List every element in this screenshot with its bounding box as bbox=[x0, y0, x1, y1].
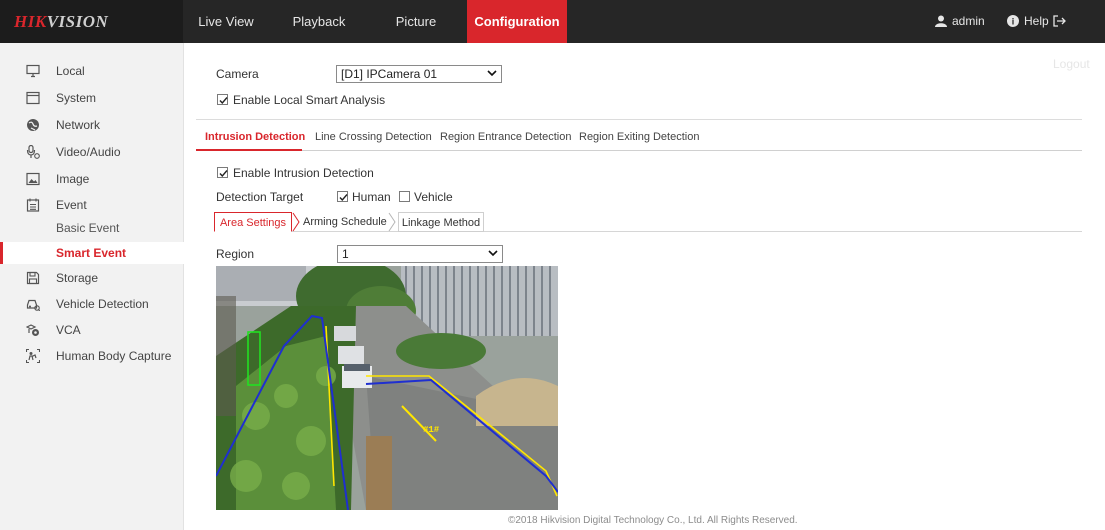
sidebar-label: Image bbox=[56, 172, 90, 186]
region-label: Region bbox=[216, 247, 255, 261]
sidebar-item-system[interactable]: System bbox=[0, 87, 183, 109]
sidebar-item-local[interactable]: Local bbox=[0, 60, 183, 82]
window-icon bbox=[26, 91, 40, 105]
image-icon bbox=[26, 172, 40, 186]
checkmark-icon bbox=[219, 170, 228, 178]
vca-icon bbox=[26, 324, 39, 336]
enable-local-smart-analysis-checkbox[interactable] bbox=[217, 94, 228, 105]
svg-text:i: i bbox=[1012, 17, 1015, 27]
sidebar-item-vehicle-detection[interactable]: Vehicle Detection bbox=[0, 293, 183, 315]
enable-intrusion-detection-checkbox[interactable] bbox=[217, 167, 228, 178]
region-select-value: 1 bbox=[342, 247, 349, 261]
help-label: Help bbox=[1024, 14, 1049, 28]
footer-copyright: ©2018 Hikvision Digital Technology Co., … bbox=[508, 515, 798, 526]
globe-icon bbox=[27, 119, 39, 131]
sidebar-item-human-body-capture[interactable]: Human Body Capture bbox=[0, 345, 183, 367]
sidebar-item-storage[interactable]: Storage bbox=[0, 267, 183, 289]
tab-region-exiting-detection[interactable]: Region Exiting Detection bbox=[579, 131, 699, 143]
sidebar: Local System Network Video/Audio Image E… bbox=[0, 43, 186, 530]
help-icon: i bbox=[1007, 15, 1019, 27]
tab-playback[interactable]: Playback bbox=[284, 0, 354, 43]
human-target-label: Human bbox=[352, 190, 391, 204]
human-target-checkbox[interactable] bbox=[337, 191, 348, 202]
sidebar-label: Basic Event bbox=[56, 221, 120, 235]
chevron-down-icon bbox=[488, 250, 498, 257]
sidebar-item-video-audio[interactable]: Video/Audio bbox=[0, 141, 183, 163]
sidebar-label: Network bbox=[56, 118, 101, 132]
vehicle-target-label: Vehicle bbox=[414, 190, 453, 204]
car-icon bbox=[26, 299, 40, 311]
divider bbox=[196, 119, 1082, 120]
region-select[interactable]: 1 bbox=[337, 245, 503, 263]
floppy-icon bbox=[26, 271, 40, 285]
tab-arming-schedule[interactable]: Arming Schedule bbox=[303, 212, 387, 232]
sidebar-label: Local bbox=[56, 64, 85, 78]
logout-link[interactable]: Logout bbox=[1053, 0, 1105, 71]
checkmark-icon bbox=[339, 194, 348, 202]
sidebar-label: Storage bbox=[56, 271, 99, 285]
tab-configuration[interactable]: Configuration bbox=[467, 0, 567, 43]
hikvision-logo: HIKVISION bbox=[14, 12, 109, 31]
top-navigation-bar: HIKVISION Live View Playback Picture Con… bbox=[0, 0, 1105, 71]
tab-bar-underline bbox=[196, 150, 1082, 151]
human-capture-icon bbox=[26, 349, 40, 363]
enable-intrusion-detection-label: Enable Intrusion Detection bbox=[233, 166, 374, 180]
tab-region-entrance-detection[interactable]: Region Entrance Detection bbox=[440, 131, 571, 143]
chevron-down-icon bbox=[487, 70, 497, 77]
road-marking-text: #1# bbox=[423, 425, 440, 435]
tab-line-crossing-detection[interactable]: Line Crossing Detection bbox=[315, 131, 432, 143]
microphone-icon bbox=[26, 145, 40, 159]
tab-linkage-method[interactable]: Linkage Method bbox=[398, 212, 484, 232]
user-menu[interactable]: admin bbox=[935, 0, 985, 43]
logout-icon bbox=[1053, 15, 1066, 27]
sidebar-item-smart-event[interactable]: Smart Event bbox=[0, 242, 186, 264]
sidebar-label: VCA bbox=[56, 323, 81, 337]
sidebar-label: Vehicle Detection bbox=[56, 297, 149, 311]
detection-target-label: Detection Target bbox=[216, 190, 304, 204]
camera-select-value: [D1] IPCamera 01 bbox=[341, 67, 438, 81]
sidebar-item-vca[interactable]: VCA bbox=[0, 319, 183, 341]
sidebar-label: Video/Audio bbox=[56, 145, 121, 159]
monitor-icon bbox=[26, 64, 40, 78]
sidebar-label: Smart Event bbox=[56, 246, 127, 260]
active-tab-indicator bbox=[196, 149, 302, 151]
camera-select[interactable]: [D1] IPCamera 01 bbox=[336, 65, 502, 83]
checkmark-icon bbox=[219, 97, 228, 105]
brand-area: HIKVISION bbox=[0, 0, 183, 43]
camera-label: Camera bbox=[216, 67, 259, 81]
sidebar-item-image[interactable]: Image bbox=[0, 168, 183, 190]
sidebar-label: Event bbox=[56, 198, 87, 212]
camera-frame-image: #1# bbox=[216, 266, 558, 510]
tab-separator-arrow bbox=[388, 212, 396, 232]
sidebar-item-event[interactable]: Event bbox=[0, 194, 183, 216]
enable-local-smart-analysis-label: Enable Local Smart Analysis bbox=[233, 93, 386, 107]
tab-live-view[interactable]: Live View bbox=[191, 0, 261, 43]
tab-intrusion-detection[interactable]: Intrusion Detection bbox=[205, 131, 305, 143]
user-icon bbox=[935, 15, 947, 27]
sidebar-label: System bbox=[56, 91, 97, 105]
username: admin bbox=[952, 14, 985, 28]
sidebar-label: Human Body Capture bbox=[56, 349, 172, 363]
sidebar-item-network[interactable]: Network bbox=[0, 114, 183, 136]
tab-picture[interactable]: Picture bbox=[386, 0, 446, 43]
help-link[interactable]: i Help bbox=[1007, 0, 1049, 43]
vehicle-target-checkbox[interactable] bbox=[399, 191, 410, 202]
calendar-icon bbox=[26, 198, 40, 212]
camera-preview[interactable]: #1# bbox=[216, 266, 558, 510]
sidebar-item-basic-event[interactable]: Basic Event bbox=[0, 217, 183, 239]
tab-area-settings[interactable]: Area Settings bbox=[214, 212, 292, 232]
tab-separator-arrow bbox=[292, 212, 300, 232]
logout-label: Logout bbox=[1053, 57, 1090, 71]
